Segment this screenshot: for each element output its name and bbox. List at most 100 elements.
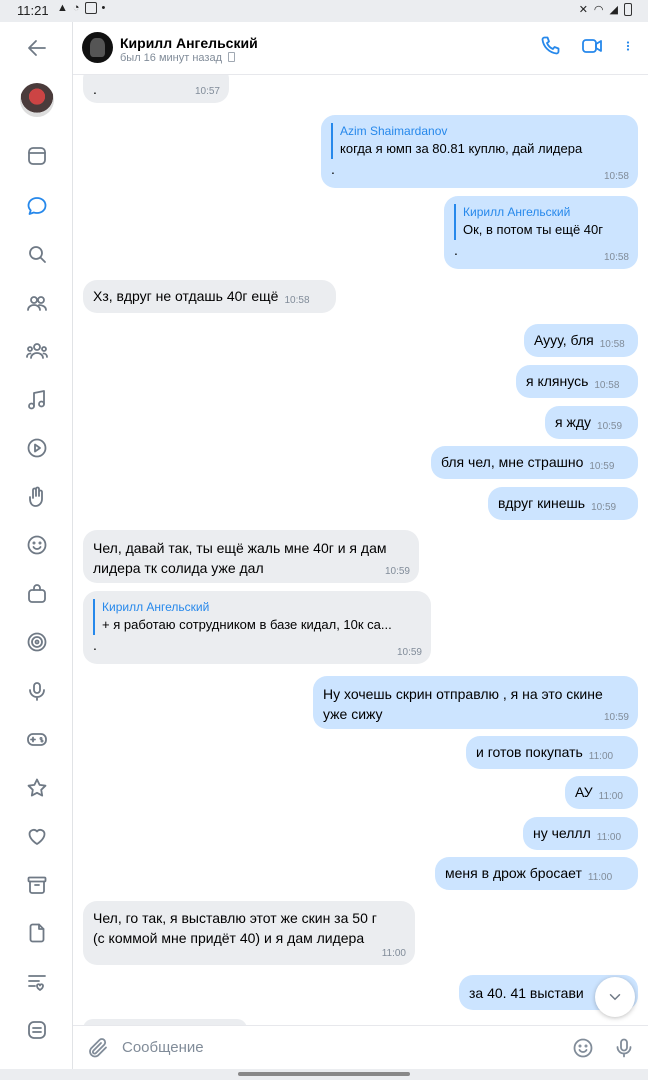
reply-quote[interactable]: Кирилл Ангельский + я работаю сотруднико… [93,599,421,635]
news-icon[interactable] [24,143,50,169]
market-icon[interactable] [24,581,50,607]
contact-name[interactable]: Кирилл Ангельский [120,35,258,51]
contact-last-seen: был 16 минут назад [120,52,236,64]
message-text: бля чел, мне страшно [441,454,584,470]
message-outgoing[interactable]: вдруг кинешь 10:59 [488,487,638,520]
message-incoming[interactable]: Хз, вдруг не отдашь 40г ещё 10:58 [83,280,336,313]
system-status-bar: 11:21 ▲ ◔ • ✕ ◠ ◢ [0,0,648,22]
battery-icon [624,3,632,16]
friends-icon[interactable] [24,290,50,316]
message-time: 10:59 [591,502,617,513]
message-text: меня в дрож бросает [445,865,582,881]
message-list[interactable]: . 10:57 Azim Shaimardanov когда я юмп за… [73,75,648,1025]
message-time: 11:00 [598,791,623,802]
reply-quote[interactable]: Кирилл Ангельский Ок, в потом ты ещё 40г [454,204,628,240]
message-outgoing[interactable]: Кирилл Ангельский Ок, в потом ты ещё 40г… [444,196,638,269]
message-text: ну челлл [533,825,591,841]
message-text: Ну хочешь скрин отправлю , я на это скин… [323,686,603,722]
microphone-icon[interactable] [612,1036,636,1060]
services-icon[interactable] [24,629,50,655]
reply-author: Azim Shaimardanov [340,124,448,138]
message-text: вдруг кинешь [498,495,586,511]
games-icon[interactable] [24,726,50,752]
message-time: 10:57 [194,86,220,97]
home-gesture-handle[interactable] [238,1072,410,1076]
call-icon[interactable] [538,34,562,63]
reply-author: Кирилл Ангельский [102,600,210,614]
system-icons: ✕ ◠ ◢ [579,3,632,16]
message-time: 10:58 [603,171,629,182]
wifi-icon: ◠ [593,4,604,16]
music-icon[interactable] [24,387,50,413]
message-time: 10:59 [597,421,623,432]
message-input[interactable]: Сообщение [122,1039,204,1056]
last-seen-text: был 16 минут назад [120,52,222,64]
clock: 11:21 [17,3,49,18]
message-time: 10:59 [589,461,615,472]
message-text: Чел, го так, я выставлю этот же скин за … [93,910,377,946]
communities-icon[interactable] [24,338,50,364]
archive-icon[interactable] [24,872,50,898]
message-time: 10:58 [594,380,620,391]
message-text: Хз, вдруг не отдашь 40г ещё [93,288,279,304]
message-outgoing[interactable]: Ну хочешь скрин отправлю , я на это скин… [313,676,638,729]
message-outgoing[interactable]: меня в дрож бросает 11:00 [435,857,638,890]
attach-icon[interactable] [86,1036,110,1060]
search-icon[interactable] [24,241,50,267]
message-outgoing[interactable]: Azim Shaimardanov когда я юмп за 80.81 к… [321,115,638,188]
reply-text: когда я юмп за 80.81 куплю, дай лидера [340,141,583,156]
message-outgoing[interactable]: ну челлл 11:00 [523,817,638,850]
gesture-navigation-bar [0,1069,648,1080]
video-call-icon[interactable] [580,34,604,63]
scroll-down-button[interactable] [595,977,635,1017]
message-outgoing[interactable]: я жду 10:59 [545,406,638,439]
stickers-icon[interactable] [24,532,50,558]
message-incoming[interactable]: Кирилл Ангельский + я работаю сотруднико… [83,591,431,664]
documents-icon[interactable] [24,920,50,946]
emoji-icon[interactable] [571,1036,595,1060]
back-arrow-icon[interactable] [24,35,50,61]
message-text: АУ [575,784,593,800]
reply-quote[interactable]: Azim Shaimardanov когда я юмп за 80.81 к… [331,123,628,159]
message-time: 10:58 [599,339,625,350]
menu-icon[interactable] [24,1017,50,1043]
lists-icon[interactable] [24,969,50,995]
more-options-icon[interactable] [622,34,634,63]
contact-avatar[interactable] [82,32,113,63]
likes-icon[interactable] [24,823,50,849]
messages-icon[interactable] [24,193,50,219]
mobile-device-icon [228,52,236,62]
message-text: я жду [555,414,592,430]
message-outgoing[interactable]: АУ 11:00 [565,776,638,809]
image-notification-icon: ▲ [57,2,68,14]
favorites-icon[interactable] [24,775,50,801]
side-navigation-rail [0,22,73,1072]
app-notification-icon [84,2,97,14]
profile-avatar[interactable] [20,83,54,117]
message-outgoing[interactable]: Аууу, бля 10:58 [524,324,638,357]
clips-icon[interactable] [24,484,50,510]
message-outgoing[interactable]: я клянусь 10:58 [516,365,638,398]
message-text: . [454,242,458,258]
chevron-down-icon [609,994,621,1001]
message-text: Чел, давай так, ты ещё жаль мне 40г и я … [93,540,387,576]
message-time: 11:00 [596,832,622,843]
podcasts-icon[interactable] [24,678,50,704]
header-actions [538,34,634,63]
message-incoming[interactable]: Чел, давай так, ты ещё жаль мне 40г и я … [83,530,419,583]
message-outgoing[interactable]: бля чел, мне страшно 10:59 [431,446,638,479]
message-incoming[interactable]: Чел, го так, я выставлю этот же скин за … [83,901,415,965]
message-incoming[interactable]: . 10:57 [83,75,229,103]
message-text: за 40. 41 выстави [469,985,584,1001]
reply-text: + я работаю сотрудником в базе кидал, 10… [102,617,392,632]
message-outgoing[interactable]: и готов покупать 11:00 [466,736,638,769]
chat-header: Кирилл Ангельский был 16 минут назад [73,22,648,75]
message-time: 10:59 [396,647,422,658]
video-icon[interactable] [24,435,50,461]
message-text: . [93,637,97,653]
reply-text: Ок, в потом ты ещё 40г [463,222,603,237]
message-time: 11:00 [588,751,614,762]
message-time: 11:00 [381,948,406,959]
message-time: 10:59 [384,566,410,577]
message-text: и готов покупать [476,744,583,760]
